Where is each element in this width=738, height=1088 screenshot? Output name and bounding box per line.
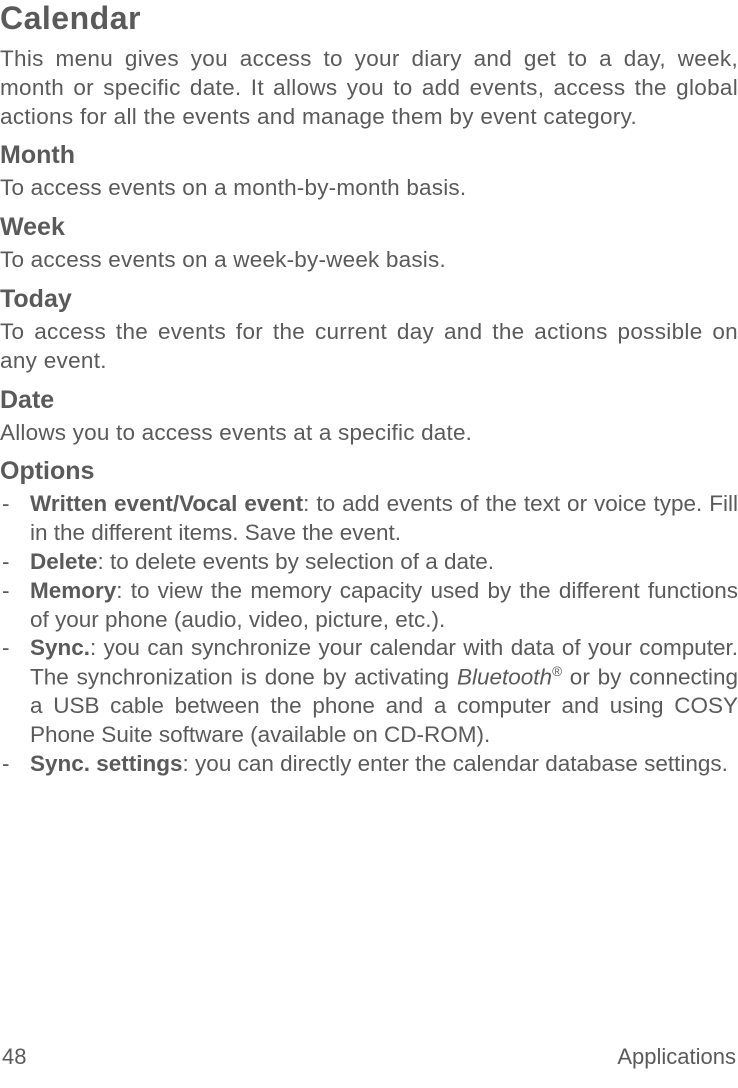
page-number: 48 — [2, 1044, 26, 1070]
option-text: : to view the memory capacity used by th… — [30, 578, 738, 632]
date-heading: Date — [0, 386, 738, 415]
option-text: : you can directly enter the calendar da… — [183, 751, 728, 776]
bullet-dash: - — [0, 548, 30, 577]
list-item: - Written event/Vocal event: to add even… — [0, 490, 738, 548]
month-body: To access events on a month-by-month bas… — [0, 174, 738, 203]
options-list: - Written event/Vocal event: to add even… — [0, 490, 738, 778]
page-container: Calendar This menu gives you access to y… — [0, 0, 738, 779]
bullet-dash: - — [0, 634, 30, 750]
option-text: : to delete events by selection of a dat… — [98, 549, 495, 574]
date-body: Allows you to access events at a specifi… — [0, 419, 738, 448]
today-body: To access the events for the current day… — [0, 318, 738, 376]
intro-paragraph: This menu gives you access to your diary… — [0, 45, 738, 131]
option-label: Written event/Vocal event — [30, 491, 303, 516]
option-label: Delete — [30, 549, 98, 574]
today-heading: Today — [0, 285, 738, 314]
list-item: - Delete: to delete events by selection … — [0, 548, 738, 577]
month-heading: Month — [0, 141, 738, 170]
option-delete: Delete: to delete events by selection of… — [30, 548, 738, 577]
option-label: Sync. — [30, 635, 90, 660]
list-item: - Sync. settings: you can directly enter… — [0, 750, 738, 779]
list-item: - Memory: to view the memory capacity us… — [0, 577, 738, 635]
bullet-dash: - — [0, 750, 30, 779]
option-label: Memory — [30, 578, 116, 603]
week-body: To access events on a week-by-week basis… — [0, 246, 738, 275]
option-written-event: Written event/Vocal event: to add events… — [30, 490, 738, 548]
registered-symbol: ® — [552, 664, 562, 679]
bullet-dash: - — [0, 577, 30, 635]
page-title: Calendar — [0, 0, 738, 37]
option-memory: Memory: to view the memory capacity used… — [30, 577, 738, 635]
list-item: - Sync.: you can synchronize your calend… — [0, 634, 738, 750]
bullet-dash: - — [0, 490, 30, 548]
week-heading: Week — [0, 213, 738, 242]
options-heading: Options — [0, 457, 738, 486]
section-name: Applications — [617, 1044, 736, 1070]
option-label: Sync. settings — [30, 751, 183, 776]
option-sync-settings: Sync. settings: you can directly enter t… — [30, 750, 738, 779]
page-footer: 48 Applications — [0, 1044, 738, 1070]
bluetooth-word: Bluetooth — [457, 665, 552, 690]
option-sync: Sync.: you can synchronize your calendar… — [30, 634, 738, 750]
